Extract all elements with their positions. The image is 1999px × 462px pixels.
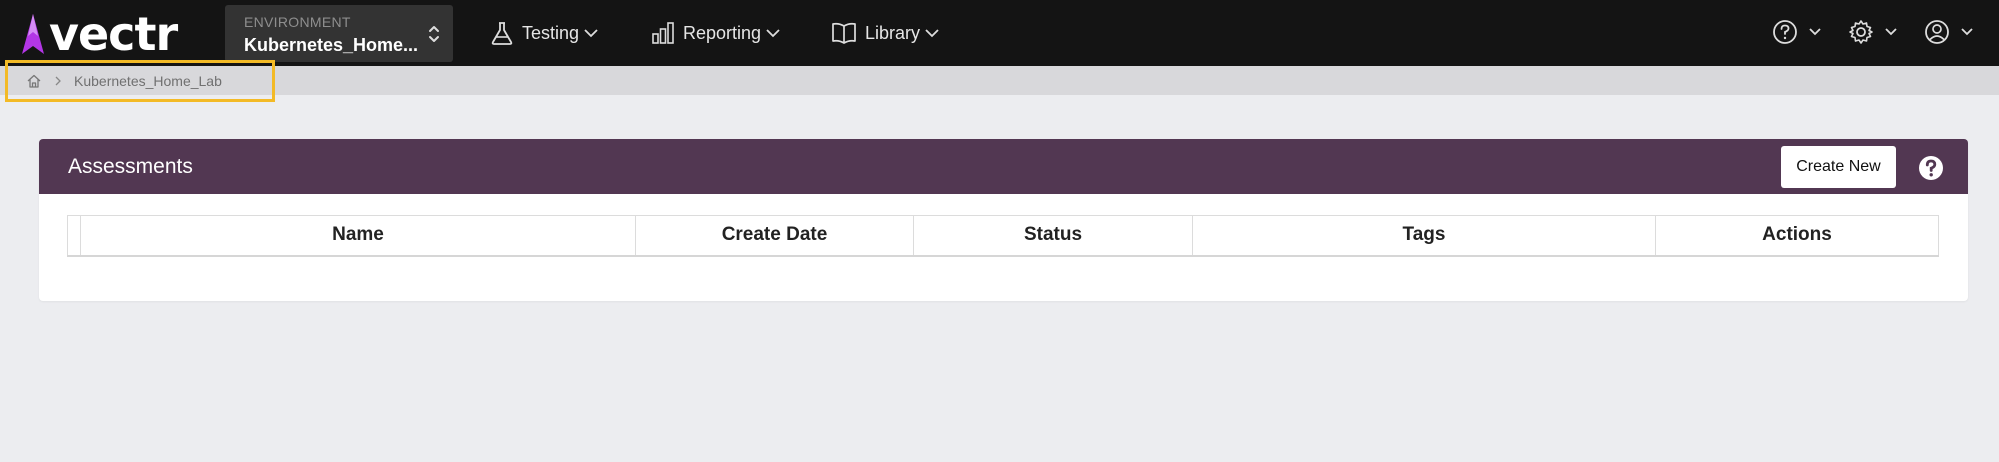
rocket-logo-icon <box>22 14 44 54</box>
home-icon[interactable] <box>26 73 42 89</box>
column-status[interactable]: Status <box>913 215 1193 257</box>
environment-label: ENVIRONMENT <box>244 14 351 30</box>
assessments-title: Assessments <box>68 155 193 178</box>
top-navbar: vectr ENVIRONMENT Kubernetes_Home... Tes… <box>0 0 1999 66</box>
chevron-down-icon <box>1809 28 1821 36</box>
brand-name: vectr <box>49 7 178 61</box>
nav-testing-label: Testing <box>522 22 580 43</box>
nav-library[interactable]: Library <box>831 17 940 49</box>
updown-chevron-icon <box>429 26 439 42</box>
environment-value: Kubernetes_Home... <box>244 35 419 55</box>
bar-chart-icon <box>652 22 674 44</box>
nav-reporting[interactable]: Reporting <box>651 17 781 49</box>
help-icon[interactable] <box>1918 155 1944 181</box>
assessments-panel: Assessments Create New Name Create Date … <box>39 139 1968 301</box>
help-menu[interactable] <box>1772 19 1822 45</box>
column-name[interactable]: Name <box>80 215 636 257</box>
chevron-down-icon <box>766 29 780 38</box>
nav-testing[interactable]: Testing <box>490 17 599 49</box>
create-new-button[interactable]: Create New <box>1781 146 1896 188</box>
chevron-right-icon <box>55 76 61 86</box>
gear-icon <box>1849 20 1873 44</box>
column-actions[interactable]: Actions <box>1655 215 1939 257</box>
table-header-row: Name Create Date Status Tags Actions <box>67 215 1939 257</box>
settings-menu[interactable] <box>1848 19 1898 45</box>
select-column-header[interactable] <box>67 215 81 257</box>
flask-icon <box>491 22 513 45</box>
breadcrumb-current[interactable]: Kubernetes_Home_Lab <box>74 73 222 89</box>
chevron-down-icon <box>1885 28 1897 36</box>
user-avatar-icon <box>1925 20 1949 44</box>
environment-selector[interactable]: ENVIRONMENT Kubernetes_Home... <box>225 5 453 62</box>
chevron-down-icon <box>1961 28 1973 36</box>
user-menu[interactable] <box>1924 19 1974 45</box>
nav-library-label: Library <box>865 22 921 43</box>
breadcrumb-bar <box>0 66 1999 95</box>
book-icon <box>832 22 856 44</box>
vectr-logo[interactable]: vectr <box>18 7 178 61</box>
column-tags[interactable]: Tags <box>1192 215 1656 257</box>
assessments-table: Name Create Date Status Tags Actions <box>67 215 1939 257</box>
help-circle-icon <box>1773 20 1797 44</box>
nav-reporting-label: Reporting <box>683 22 762 43</box>
chevron-down-icon <box>584 29 598 38</box>
column-create-date[interactable]: Create Date <box>635 215 914 257</box>
breadcrumb: Kubernetes_Home_Lab <box>5 60 275 102</box>
assessments-header: Assessments Create New <box>39 139 1968 194</box>
chevron-down-icon <box>925 29 939 38</box>
